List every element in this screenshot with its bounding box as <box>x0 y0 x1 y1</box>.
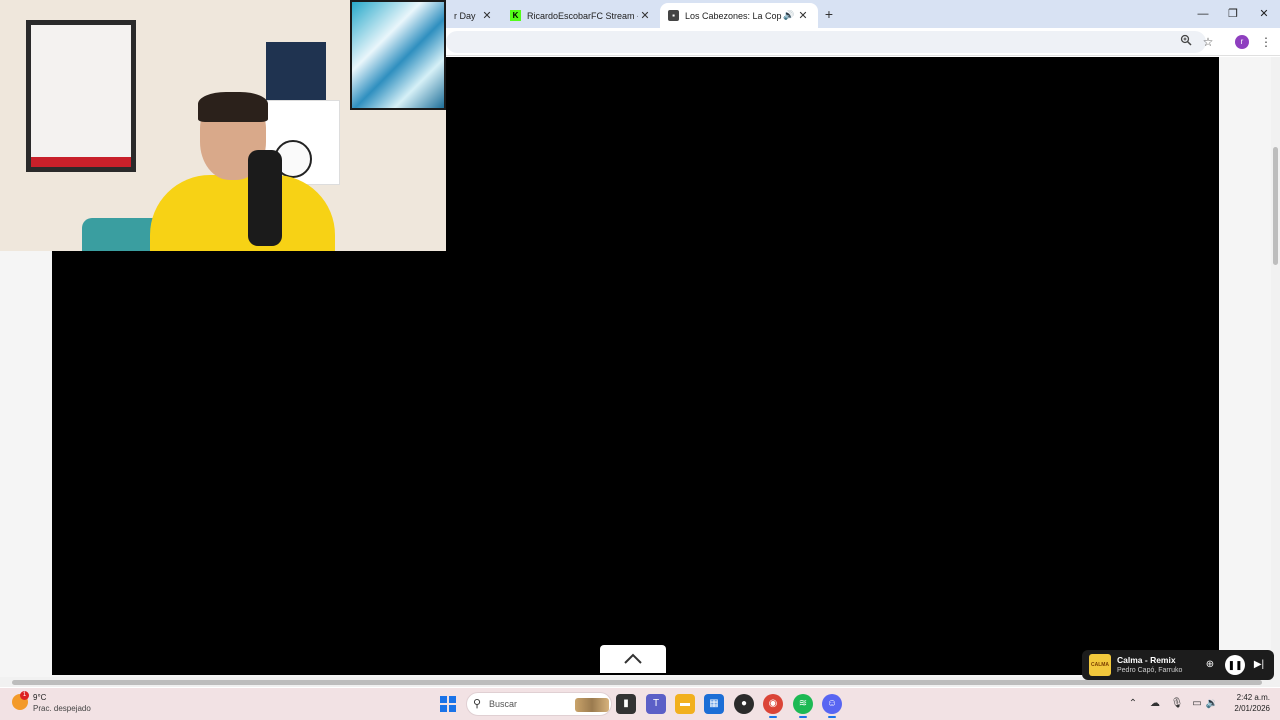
tab-2-title: RicardoEscobarFC Stream - Wa <box>527 10 638 21</box>
pause-icon[interactable]: ❚❚ <box>1225 655 1245 675</box>
address-bar[interactable] <box>446 31 1206 53</box>
album-art: CALMA <box>1089 654 1111 676</box>
speaker-icon[interactable]: 🔊 <box>782 10 796 21</box>
start-menu-icon[interactable] <box>440 696 456 712</box>
weather-temperature[interactable]: 9°C <box>33 693 46 702</box>
tab-3-active[interactable]: ▪ Los Cabezones: La Copa Mu 🔊 ✕ <box>660 3 818 28</box>
search-placeholder: Buscar <box>489 699 518 709</box>
clock-time[interactable]: 2:42 a.m. <box>1232 693 1270 702</box>
tab-1[interactable]: r Day ✕ <box>446 3 502 28</box>
vertical-scrollbar[interactable] <box>1271 57 1280 677</box>
game-app-icon[interactable]: ● <box>734 694 754 714</box>
discord-icon[interactable]: ☺ <box>822 694 842 718</box>
minimize-icon[interactable]: — <box>1188 4 1218 24</box>
tab-1-title: r Day <box>454 10 476 21</box>
spotify-icon[interactable]: ≋ <box>793 694 813 718</box>
spotify-mini-player: CALMA Calma - Remix Pedro Capó, Farruko … <box>1082 650 1274 680</box>
volume-icon[interactable]: 🔉 <box>1205 697 1219 711</box>
restore-icon[interactable]: ❐ <box>1218 4 1248 24</box>
track-artist: Pedro Capó, Farruko <box>1117 667 1183 674</box>
chevron-up-icon <box>624 653 642 664</box>
clock-date[interactable]: 2/01/2026 <box>1226 704 1270 713</box>
zoom-icon[interactable] <box>1178 34 1194 50</box>
teams-icon[interactable]: T <box>646 694 666 714</box>
file-explorer-icon[interactable]: ▬ <box>675 694 695 714</box>
streamer-body <box>150 175 335 251</box>
star-icon[interactable]: ☆ <box>1200 34 1216 50</box>
vertical-scroll-thumb[interactable] <box>1273 147 1278 265</box>
framed-jersey-picture <box>26 20 136 172</box>
profile-avatar[interactable]: r <box>1235 35 1249 49</box>
track-title: Calma - Remix <box>1117 655 1176 665</box>
page-icon: ▪ <box>668 10 679 21</box>
webcam-overlay <box>0 0 446 251</box>
ms-store-icon[interactable]: ▦ <box>704 694 724 714</box>
wall-art <box>350 0 446 110</box>
cloud-icon[interactable]: ☁ <box>1148 697 1162 711</box>
tab-3-close-icon[interactable]: ✕ <box>796 9 810 22</box>
network-icon[interactable]: ▭ <box>1190 697 1204 711</box>
horizontal-scroll-thumb[interactable] <box>12 680 1262 685</box>
taskbar: 1 9°C Prac. despejado ⚲ Buscar ▮ T ▬ ▦ ●… <box>0 688 1280 720</box>
microphone <box>248 150 282 246</box>
add-icon[interactable]: ⊕ <box>1201 656 1219 674</box>
task-view-icon[interactable]: ▮ <box>616 694 636 714</box>
video-player-top[interactable] <box>446 57 1219 251</box>
weather-description[interactable]: Prac. despejado <box>33 704 91 713</box>
menu-icon[interactable]: ⋮ <box>1258 34 1274 50</box>
tray-overflow-icon[interactable]: ⌃ <box>1126 697 1140 711</box>
video-player[interactable] <box>52 251 1219 675</box>
tab-3-title: Los Cabezones: La Copa Mu <box>685 10 782 21</box>
close-icon[interactable]: ✕ <box>1249 4 1279 24</box>
shelf-box <box>266 42 326 100</box>
streamer-hair <box>198 92 268 122</box>
tab-2[interactable]: K RicardoEscobarFC Stream - Wa ✕ <box>502 3 660 28</box>
tab-2-close-icon[interactable]: ✕ <box>638 9 652 22</box>
new-tab-button[interactable]: + <box>820 5 838 23</box>
search-highlight-art <box>575 698 609 712</box>
microphone-icon[interactable]: 🎙 <box>1170 697 1184 711</box>
search-icon: ⚲ <box>473 698 482 710</box>
taskbar-search[interactable]: ⚲ Buscar <box>466 692 612 716</box>
kick-logo-icon: K <box>510 10 521 21</box>
next-icon[interactable]: ▶| <box>1250 656 1268 674</box>
tab-1-close-icon[interactable]: ✕ <box>480 9 494 22</box>
collapse-button[interactable] <box>600 645 666 673</box>
chrome-icon[interactable]: ◉ <box>763 694 783 718</box>
weather-badge: 1 <box>20 691 29 700</box>
